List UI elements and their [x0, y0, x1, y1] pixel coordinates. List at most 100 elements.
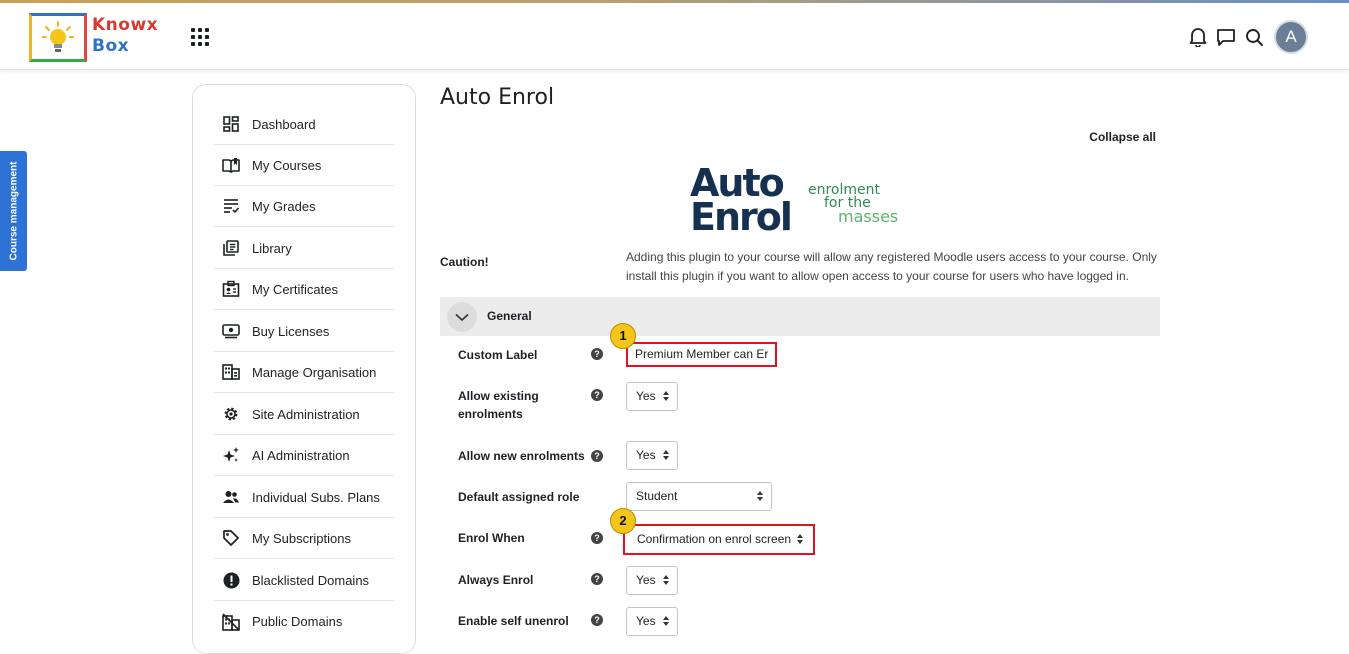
- help-icon[interactable]: ?: [591, 532, 603, 544]
- custom-label-label: Custom Label: [458, 348, 538, 362]
- site-logo[interactable]: Knowx Box: [29, 13, 163, 63]
- always-enrol-select[interactable]: Yes: [626, 566, 678, 595]
- tag-icon: [222, 529, 240, 547]
- sidebar-item-ai-administration[interactable]: AI Administration: [214, 435, 394, 476]
- sidebar-item-label: Public Domains: [252, 614, 343, 629]
- sidebar-item-public-domains[interactable]: Public Domains: [214, 601, 394, 642]
- allow-new-label: Allow new enrolments: [458, 449, 585, 463]
- sidebar-item-dashboard[interactable]: Dashboard: [214, 104, 394, 145]
- sidebar-item-my-courses[interactable]: My Courses: [214, 145, 394, 186]
- grades-icon: [222, 197, 240, 215]
- select-value: Yes: [636, 448, 656, 462]
- select-value: Yes: [636, 389, 656, 403]
- certificate-icon: [222, 280, 240, 298]
- sidebar-item-library[interactable]: Library: [214, 228, 394, 269]
- select-caret-icon: [663, 575, 669, 585]
- select-caret-icon: [663, 391, 669, 401]
- brand-name: Knowx Box: [92, 15, 158, 57]
- sidebar-item-label: Individual Subs. Plans: [252, 489, 380, 505]
- brand-line-1: Knowx: [92, 15, 159, 35]
- page-title: Auto Enrol: [440, 85, 555, 110]
- select-caret-icon: [663, 450, 669, 460]
- custom-label-input[interactable]: Premium Member can Er: [626, 342, 777, 367]
- plugin-logo-wordmark: Auto Enrol: [690, 164, 793, 239]
- plugin-tagline-3: masses: [838, 207, 899, 226]
- bell-icon[interactable]: [1188, 27, 1208, 47]
- logo-frame: [29, 13, 87, 62]
- enrol-when-select[interactable]: Confirmation on enrol screen: [623, 524, 815, 555]
- gear-icon: [222, 405, 240, 423]
- help-icon[interactable]: ?: [591, 573, 603, 585]
- always-enrol-label: Always Enrol: [458, 573, 534, 587]
- select-caret-icon: [757, 491, 763, 501]
- lightbulb-icon: [42, 21, 74, 52]
- sidebar-item-label: Manage Organisation: [252, 364, 377, 380]
- general-section-header[interactable]: General: [440, 297, 1160, 336]
- course-management-tab[interactable]: Course management: [0, 151, 27, 271]
- step-marker-2: 2: [610, 508, 636, 534]
- step-marker-1: 1: [610, 323, 636, 349]
- sidebar-item-label: My Grades: [252, 198, 316, 214]
- self-unenrol-select[interactable]: Yes: [626, 607, 678, 636]
- sidebar-item-manage-organisation[interactable]: Manage Organisation: [214, 352, 394, 393]
- sidebar-item-label: Dashboard: [252, 116, 316, 132]
- organisation-icon: [222, 363, 240, 381]
- sidebar-item-label: Site Administration: [252, 406, 360, 422]
- self-unenrol-label: Enable self unenrol: [458, 614, 569, 628]
- sidebar-item-label: My Courses: [252, 157, 322, 173]
- alert-icon: [222, 571, 240, 589]
- users-icon: [222, 488, 240, 506]
- caution-text: Adding this plugin to your course will a…: [626, 250, 1157, 283]
- section-title: General: [487, 309, 532, 323]
- caution-label: Caution!: [440, 255, 489, 269]
- messages-icon[interactable]: [1216, 27, 1236, 47]
- plugin-logo-word-2: Enrol: [690, 195, 793, 239]
- plugin-logo: Auto Enrol enrolment for the masses: [690, 164, 920, 239]
- select-caret-icon: [663, 616, 669, 626]
- allow-existing-label: Allow existing enrolments: [458, 389, 539, 421]
- allow-existing-select[interactable]: Yes: [626, 382, 678, 411]
- user-avatar[interactable]: A: [1274, 20, 1308, 54]
- sidebar-item-label: Library: [252, 240, 292, 256]
- select-value: Yes: [636, 614, 656, 628]
- sidebar-item-my-certificates[interactable]: My Certificates: [214, 269, 394, 310]
- collapse-all-link[interactable]: Collapse all: [1060, 130, 1156, 144]
- dashboard-icon: [222, 115, 240, 133]
- app-grid-icon[interactable]: [191, 28, 209, 46]
- navbar-actions: A: [1188, 20, 1308, 54]
- help-icon[interactable]: ?: [591, 348, 603, 360]
- course-management-label: Course management: [8, 161, 19, 261]
- enrol-when-label: Enrol When: [458, 531, 525, 545]
- brand-line-2: Box: [92, 36, 130, 56]
- allow-new-select[interactable]: Yes: [626, 441, 678, 470]
- sidebar-item-label: Blacklisted Domains: [252, 572, 370, 588]
- help-icon[interactable]: ?: [591, 389, 603, 401]
- sidebar-item-site-administration[interactable]: Site Administration: [214, 394, 394, 435]
- help-icon[interactable]: ?: [591, 450, 603, 462]
- library-icon: [222, 239, 240, 257]
- sidebar-item-buy-licenses[interactable]: Buy Licenses: [214, 311, 394, 352]
- sidebar-item-my-grades[interactable]: My Grades: [214, 186, 394, 227]
- license-icon: [222, 322, 240, 340]
- sidebar-item-label: My Subscriptions: [252, 530, 351, 546]
- sidebar-nav: Dashboard My Courses My Grades Library M…: [192, 84, 416, 654]
- sidebar-item-label: My Certificates: [252, 281, 338, 297]
- select-value: Student: [636, 489, 678, 503]
- sidebar-item-individual-subs-plans[interactable]: Individual Subs. Plans: [214, 477, 394, 518]
- plugin-logo-tagline: enrolment for the masses: [808, 183, 899, 226]
- sidebar-item-label: AI Administration: [252, 447, 350, 463]
- chevron-down-icon[interactable]: [447, 302, 477, 332]
- search-icon[interactable]: [1244, 27, 1264, 47]
- domain-icon: [222, 612, 240, 631]
- sparkle-icon: [222, 446, 240, 464]
- help-icon[interactable]: ?: [591, 614, 603, 626]
- select-value: Confirmation on enrol screen: [637, 532, 792, 546]
- sidebar-item-blacklisted-domains[interactable]: Blacklisted Domains: [214, 560, 394, 601]
- select-caret-icon: [797, 534, 803, 544]
- top-navbar: Knowx Box A: [0, 3, 1349, 70]
- book-icon: [222, 156, 240, 174]
- sidebar-item-label: Buy Licenses: [252, 323, 330, 339]
- default-role-label: Default assigned role: [458, 490, 580, 504]
- sidebar-item-my-subscriptions[interactable]: My Subscriptions: [214, 518, 394, 559]
- default-role-select[interactable]: Student: [626, 482, 772, 511]
